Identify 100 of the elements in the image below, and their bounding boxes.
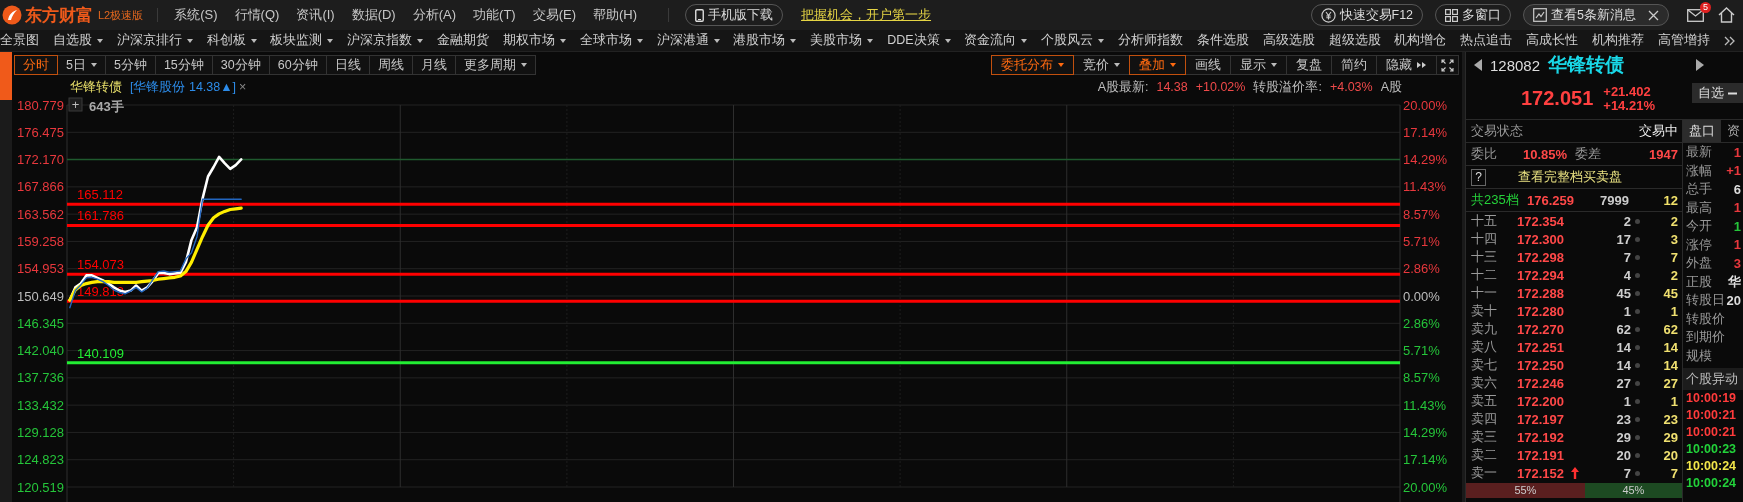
period-tab[interactable]: 5分钟 xyxy=(104,55,156,75)
nav-item[interactable]: 全球市场 xyxy=(579,32,643,49)
more-icon[interactable] xyxy=(1723,35,1735,46)
total-price: 176.259 xyxy=(1527,192,1575,208)
nav-item[interactable]: 港股市场 xyxy=(733,32,797,49)
chart-tool-button[interactable]: 画线 xyxy=(1185,55,1231,75)
price-axis-label: 137.736 xyxy=(17,370,64,386)
period-tab[interactable]: 更多周期 xyxy=(454,55,536,75)
chart-tool-button[interactable]: 竞价 xyxy=(1073,55,1130,75)
nav-item[interactable]: 沪深京排行 xyxy=(116,32,193,49)
nav-item[interactable]: 金融期货 xyxy=(437,32,490,49)
nav-item[interactable]: 热点追击 xyxy=(1460,32,1513,49)
period-tab[interactable]: 60分钟 xyxy=(268,55,327,75)
chart-tool-button[interactable]: 委托分布 xyxy=(991,55,1074,75)
quick-trade-button[interactable]: 快速交易F12 xyxy=(1310,4,1424,26)
alert-time[interactable]: 10:00:23 xyxy=(1683,441,1743,458)
period-tab[interactable]: 周线 xyxy=(368,55,413,75)
chart-tool-button[interactable]: 隐藏 xyxy=(1376,55,1437,75)
nav-item[interactable]: 分析师指数 xyxy=(1118,32,1184,49)
add-button[interactable]: + xyxy=(68,97,83,112)
menu-item[interactable]: 系统(S) xyxy=(174,6,218,24)
alert-time[interactable]: 10:00:19 xyxy=(1683,390,1743,407)
chart-tool-button[interactable]: 叠加 xyxy=(1129,55,1186,75)
nav-item[interactable]: 高成长性 xyxy=(1526,32,1579,49)
menu-item[interactable]: 行情(Q) xyxy=(234,6,280,24)
price-level-line[interactable] xyxy=(67,361,1400,365)
alert-time[interactable]: 10:00:21 xyxy=(1683,407,1743,424)
nav-item[interactable]: DDE决策 xyxy=(887,32,951,49)
nav-item[interactable]: 自选股 xyxy=(52,32,103,49)
price-axis-label: 154.953 xyxy=(17,261,64,277)
alert-time[interactable]: 10:00:24 xyxy=(1683,475,1743,492)
period-tab[interactable]: 分时 xyxy=(14,55,58,75)
menu-item[interactable]: 分析(A) xyxy=(412,6,457,24)
period-tab[interactable]: 15分钟 xyxy=(154,55,213,75)
nav-item[interactable]: 机构推荐 xyxy=(1591,32,1644,49)
percent-axis-label: 17.14% xyxy=(1403,124,1448,140)
chart-tool-button[interactable]: 显示 xyxy=(1230,55,1287,75)
news-button[interactable]: 查看5条新消息 xyxy=(1523,4,1669,26)
nav-item[interactable]: 美股市场 xyxy=(810,32,874,49)
nav-item[interactable]: 期权市场 xyxy=(502,32,566,49)
percent-axis-label: 11.43% xyxy=(1403,397,1447,413)
price-level-label: 154.073 xyxy=(77,257,124,273)
home-icon[interactable] xyxy=(1718,7,1735,23)
help-button[interactable]: ? xyxy=(1471,168,1486,186)
nav-item[interactable]: 资金流向 xyxy=(964,32,1028,49)
total-count: 12 xyxy=(1663,192,1678,208)
nav-item[interactable]: 条件选股 xyxy=(1196,32,1249,49)
panel-tab[interactable]: 盘口 xyxy=(1683,120,1721,142)
price-level-line[interactable] xyxy=(67,223,1400,227)
a-share-info: 转股溢价率: xyxy=(1253,78,1322,96)
price-level-line[interactable] xyxy=(67,272,1400,276)
chart-tool-button[interactable]: 简约 xyxy=(1331,55,1377,75)
nav-item[interactable]: 个股风云 xyxy=(1041,32,1105,49)
next-icon[interactable] xyxy=(1696,59,1705,71)
nav-item[interactable]: 超级选股 xyxy=(1328,32,1381,49)
nav-item[interactable]: 全景图 xyxy=(0,32,39,49)
nav-item[interactable]: 科创板 xyxy=(206,32,257,49)
menu-item[interactable]: 交易(E) xyxy=(532,6,576,24)
fullscreen-button[interactable] xyxy=(1436,55,1459,75)
difference-label: 委差 xyxy=(1575,145,1602,163)
full-order-book-link[interactable]: 查看完整档买卖盘 xyxy=(1518,168,1622,186)
nav-item[interactable]: 板块监测 xyxy=(270,32,334,49)
price-axis-label: 172.170 xyxy=(17,152,64,168)
field-label: 规模 xyxy=(1686,346,1712,365)
mobile-download-button[interactable]: 手机版下载 xyxy=(685,4,784,26)
dot-icon xyxy=(1635,398,1640,404)
menu-item[interactable]: 功能(T) xyxy=(473,6,516,24)
ask-volume: 27 xyxy=(1615,375,1631,391)
ask-count: 45 xyxy=(1663,285,1678,301)
period-tab[interactable]: 30分钟 xyxy=(211,55,270,75)
overlay-stock-label[interactable]: [华锋股份 14.38▲] xyxy=(130,78,237,96)
period-tab[interactable]: 日线 xyxy=(325,55,370,75)
alert-time[interactable]: 10:00:21 xyxy=(1683,424,1743,441)
watchlist-button[interactable]: 自选 xyxy=(1692,83,1743,103)
period-tab[interactable]: 月线 xyxy=(411,55,456,75)
nav-item[interactable]: 沪深京指数 xyxy=(347,32,424,49)
promo-link[interactable]: 把握机会，开户第一步 xyxy=(801,6,932,24)
nav-item[interactable]: 沪深港通 xyxy=(656,32,720,49)
field-label: 涨幅 xyxy=(1686,161,1712,180)
envelope-icon[interactable] xyxy=(1687,8,1704,22)
previous-icon[interactable] xyxy=(1474,59,1482,71)
overlay-close-button[interactable]: × xyxy=(239,80,247,94)
ratio-label: 委比 xyxy=(1471,145,1498,163)
menu-item[interactable]: 数据(D) xyxy=(351,6,396,24)
nav-item[interactable]: 高级选股 xyxy=(1262,32,1315,49)
menu-item[interactable]: 帮助(H) xyxy=(593,6,638,24)
multi-window-button[interactable]: 多窗口 xyxy=(1435,4,1512,26)
nav-item[interactable]: 高管增持 xyxy=(1657,32,1710,49)
price-level-line[interactable] xyxy=(67,299,1400,303)
alert-time[interactable]: 10:00:24 xyxy=(1683,458,1743,475)
close-icon[interactable] xyxy=(1648,9,1659,21)
side-tab-marker[interactable] xyxy=(0,52,12,100)
ask-count: 14 xyxy=(1663,339,1678,355)
price-level-line[interactable] xyxy=(67,202,1400,206)
period-tab[interactable]: 5日 xyxy=(57,55,106,75)
panel-tab[interactable]: 资 xyxy=(1721,120,1743,142)
a-share-info: A股最新: xyxy=(1097,78,1149,96)
nav-item[interactable]: 机构增仓 xyxy=(1394,32,1447,49)
chart-tool-button[interactable]: 复盘 xyxy=(1286,55,1332,75)
menu-item[interactable]: 资讯(I) xyxy=(296,6,335,24)
